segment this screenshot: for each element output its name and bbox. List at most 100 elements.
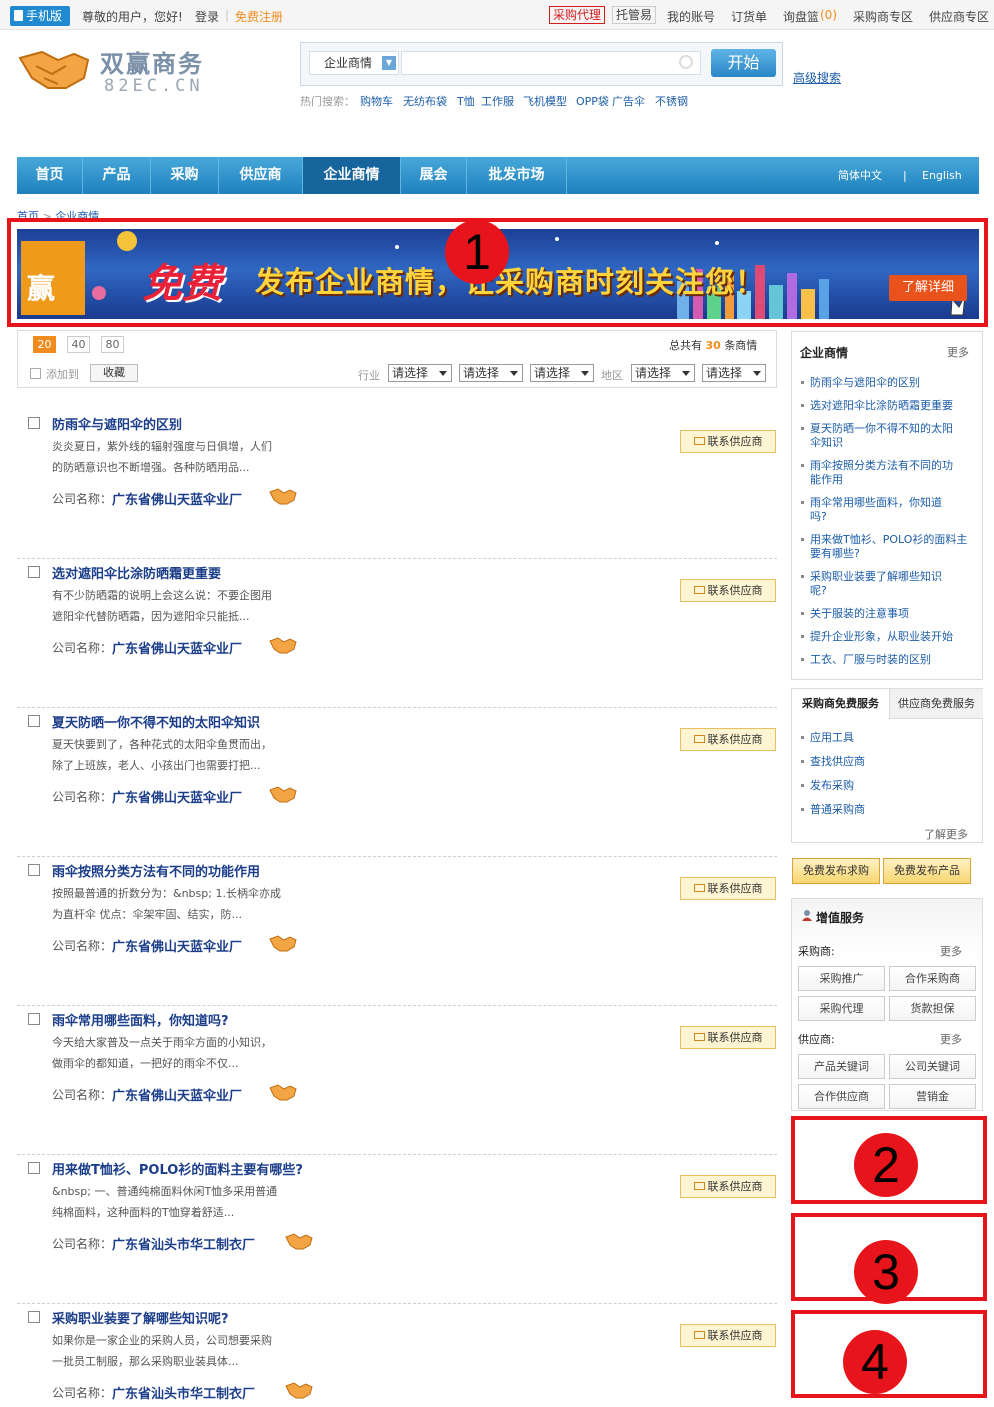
region-select-1[interactable]: 请选择 (631, 364, 695, 382)
hot-term[interactable]: 不锈钢 (655, 93, 688, 109)
company-name-link[interactable]: 广东省佛山天蓝伞业厂 (112, 1085, 242, 1104)
company-name-link[interactable]: 广东省汕头市华工制衣厂 (112, 1234, 255, 1253)
lang-chinese-link[interactable]: 简体中文 (838, 157, 882, 194)
escrow-link[interactable]: 托管易 (612, 6, 657, 24)
hot-term[interactable]: OPP袋 (576, 93, 609, 109)
item-title-link[interactable]: 雨伞常用哪些面料，你知道吗? (52, 1010, 229, 1029)
order-link[interactable]: 订货单 (731, 8, 767, 25)
nav-wholesale[interactable]: 批发市场 (467, 157, 567, 194)
hot-term[interactable]: 购物车 (360, 93, 393, 109)
contact-supplier-button[interactable]: 联系供应商 (680, 1175, 776, 1198)
register-link[interactable]: 免费注册 (235, 8, 283, 25)
free-post-product-button[interactable]: 免费发布产品 (883, 858, 971, 884)
company-name-link[interactable]: 广东省佛山天蓝伞业厂 (112, 489, 242, 508)
hot-term[interactable]: 飞机模型 (523, 93, 567, 109)
item-checkbox[interactable] (28, 566, 40, 578)
tab-supplier-services[interactable]: 供应商免费服务 (889, 689, 983, 719)
hot-term[interactable]: T恤 (457, 93, 475, 109)
services-more-link[interactable]: 了解更多 (924, 826, 968, 842)
search-button[interactable]: 开始 (711, 49, 776, 77)
purchase-agent-link[interactable]: 采购代理 (549, 6, 606, 24)
supplier-service-button[interactable]: 公司关键词 (889, 1054, 976, 1079)
buyer-service-button[interactable]: 合作采购商 (889, 966, 976, 991)
nav-exhibitions[interactable]: 展会 (401, 157, 467, 194)
hot-term[interactable]: 工作服 (481, 93, 514, 109)
news-sidebar-link[interactable]: 用来做T恤衫、POLO衫的面料主 要有哪些? (801, 533, 975, 561)
page-size-40[interactable]: 40 (67, 336, 90, 353)
item-title-link[interactable]: 选对遮阳伞比涂防晒霜更重要 (52, 563, 221, 582)
company-name-link[interactable]: 广东省佛山天蓝伞业厂 (112, 936, 242, 955)
buyer-service-button[interactable]: 采购推广 (798, 966, 885, 991)
contact-supplier-button[interactable]: 联系供应商 (680, 1324, 776, 1347)
news-more-link[interactable]: 更多 (947, 344, 969, 360)
contact-supplier-button[interactable]: 联系供应商 (680, 579, 776, 602)
industry-select-2[interactable]: 请选择 (459, 364, 523, 382)
news-sidebar-link[interactable]: 雨伞常用哪些面料，你知道 吗? (801, 496, 975, 524)
page-size-80[interactable]: 80 (101, 336, 124, 353)
inquiry-basket-link[interactable]: 询盘篮 (783, 8, 819, 25)
buyer-zone-link[interactable]: 采购商专区 (853, 8, 913, 25)
news-sidebar-link[interactable]: 提升企业形象，从职业装开始 (801, 630, 975, 644)
news-sidebar-link[interactable]: 工衣、厂服与时装的区别 (801, 653, 975, 667)
nav-business-news[interactable]: 企业商情 (303, 157, 401, 194)
item-checkbox[interactable] (28, 1311, 40, 1323)
buyer-service-button[interactable]: 采购代理 (798, 996, 885, 1021)
industry-select-1[interactable]: 请选择 (388, 364, 452, 382)
page-size-20[interactable]: 20 (33, 336, 56, 353)
news-sidebar-link[interactable]: 夏天防晒一你不得不知的太阳 伞知识 (801, 422, 975, 450)
item-title-link[interactable]: 防雨伞与遮阳伞的区别 (52, 414, 182, 433)
item-checkbox[interactable] (28, 1162, 40, 1174)
hot-term[interactable]: 广告伞 (612, 93, 645, 109)
item-title-link[interactable]: 用来做T恤衫、POLO衫的面料主要有哪些? (52, 1159, 303, 1178)
handshake-logo-icon[interactable] (18, 44, 90, 94)
item-title-link[interactable]: 采购职业装要了解哪些知识呢? (52, 1308, 229, 1327)
hot-term[interactable]: 无纺布袋 (403, 93, 447, 109)
industry-select-3[interactable]: 请选择 (530, 364, 594, 382)
search-input[interactable] (401, 51, 701, 75)
news-sidebar-link[interactable]: 雨伞按照分类方法有不同的功 能作用 (801, 459, 975, 487)
supplier-service-button[interactable]: 营销金 (889, 1084, 976, 1109)
buyer-service-button[interactable]: 货款担保 (889, 996, 976, 1021)
service-link[interactable]: 发布采购 (801, 779, 975, 793)
item-checkbox[interactable] (28, 1013, 40, 1025)
supplier-zone-link[interactable]: 供应商专区 (929, 8, 989, 25)
nav-home[interactable]: 首页 (17, 157, 83, 194)
contact-supplier-button[interactable]: 联系供应商 (680, 1026, 776, 1049)
company-name-link[interactable]: 广东省佛山天蓝伞业厂 (112, 638, 242, 657)
select-all-checkbox[interactable] (30, 368, 41, 379)
collect-button[interactable]: 收藏 (90, 364, 138, 382)
news-sidebar-link[interactable]: 选对遮阳伞比涂防晒霜更重要 (801, 399, 975, 413)
company-name-link[interactable]: 广东省汕头市华工制衣厂 (112, 1383, 255, 1402)
supplier-service-button[interactable]: 产品关键词 (798, 1054, 885, 1079)
item-checkbox[interactable] (28, 417, 40, 429)
search-category-select[interactable]: 企业商情 ▼ (309, 51, 399, 75)
nav-products[interactable]: 产品 (83, 157, 151, 194)
login-link[interactable]: 登录 (195, 8, 219, 25)
buyer-more-link[interactable]: 更多 (940, 943, 962, 959)
news-sidebar-link[interactable]: 采购职业装要了解哪些知识 呢? (801, 570, 975, 598)
tab-buyer-services[interactable]: 采购商免费服务 (792, 689, 889, 719)
supplier-service-button[interactable]: 合作供应商 (798, 1084, 885, 1109)
contact-supplier-button[interactable]: 联系供应商 (680, 430, 776, 453)
item-title-link[interactable]: 夏天防晒一你不得不知的太阳伞知识 (52, 712, 260, 731)
mobile-version-button[interactable]: 手机版 (10, 6, 70, 26)
my-account-link[interactable]: 我的账号 (667, 8, 715, 25)
nav-suppliers[interactable]: 供应商 (219, 157, 303, 194)
free-post-buy-button[interactable]: 免费发布求购 (792, 858, 880, 884)
item-checkbox[interactable] (28, 715, 40, 727)
lang-english-link[interactable]: English (922, 157, 962, 194)
advanced-search-link[interactable]: 高级搜索 (793, 69, 841, 86)
contact-supplier-button[interactable]: 联系供应商 (680, 877, 776, 900)
contact-supplier-button[interactable]: 联系供应商 (680, 728, 776, 751)
service-link[interactable]: 普通采购商 (801, 803, 975, 817)
region-select-2[interactable]: 请选择 (702, 364, 766, 382)
news-sidebar-link[interactable]: 关于服装的注意事项 (801, 607, 975, 621)
news-sidebar-link[interactable]: 防雨伞与遮阳伞的区别 (801, 376, 975, 390)
service-link[interactable]: 查找供应商 (801, 755, 975, 769)
company-name-link[interactable]: 广东省佛山天蓝伞业厂 (112, 787, 242, 806)
nav-purchase[interactable]: 采购 (151, 157, 219, 194)
supplier-more-link[interactable]: 更多 (940, 1031, 962, 1047)
item-checkbox[interactable] (28, 864, 40, 876)
service-link[interactable]: 应用工具 (801, 731, 975, 745)
item-title-link[interactable]: 雨伞按照分类方法有不同的功能作用 (52, 861, 260, 880)
